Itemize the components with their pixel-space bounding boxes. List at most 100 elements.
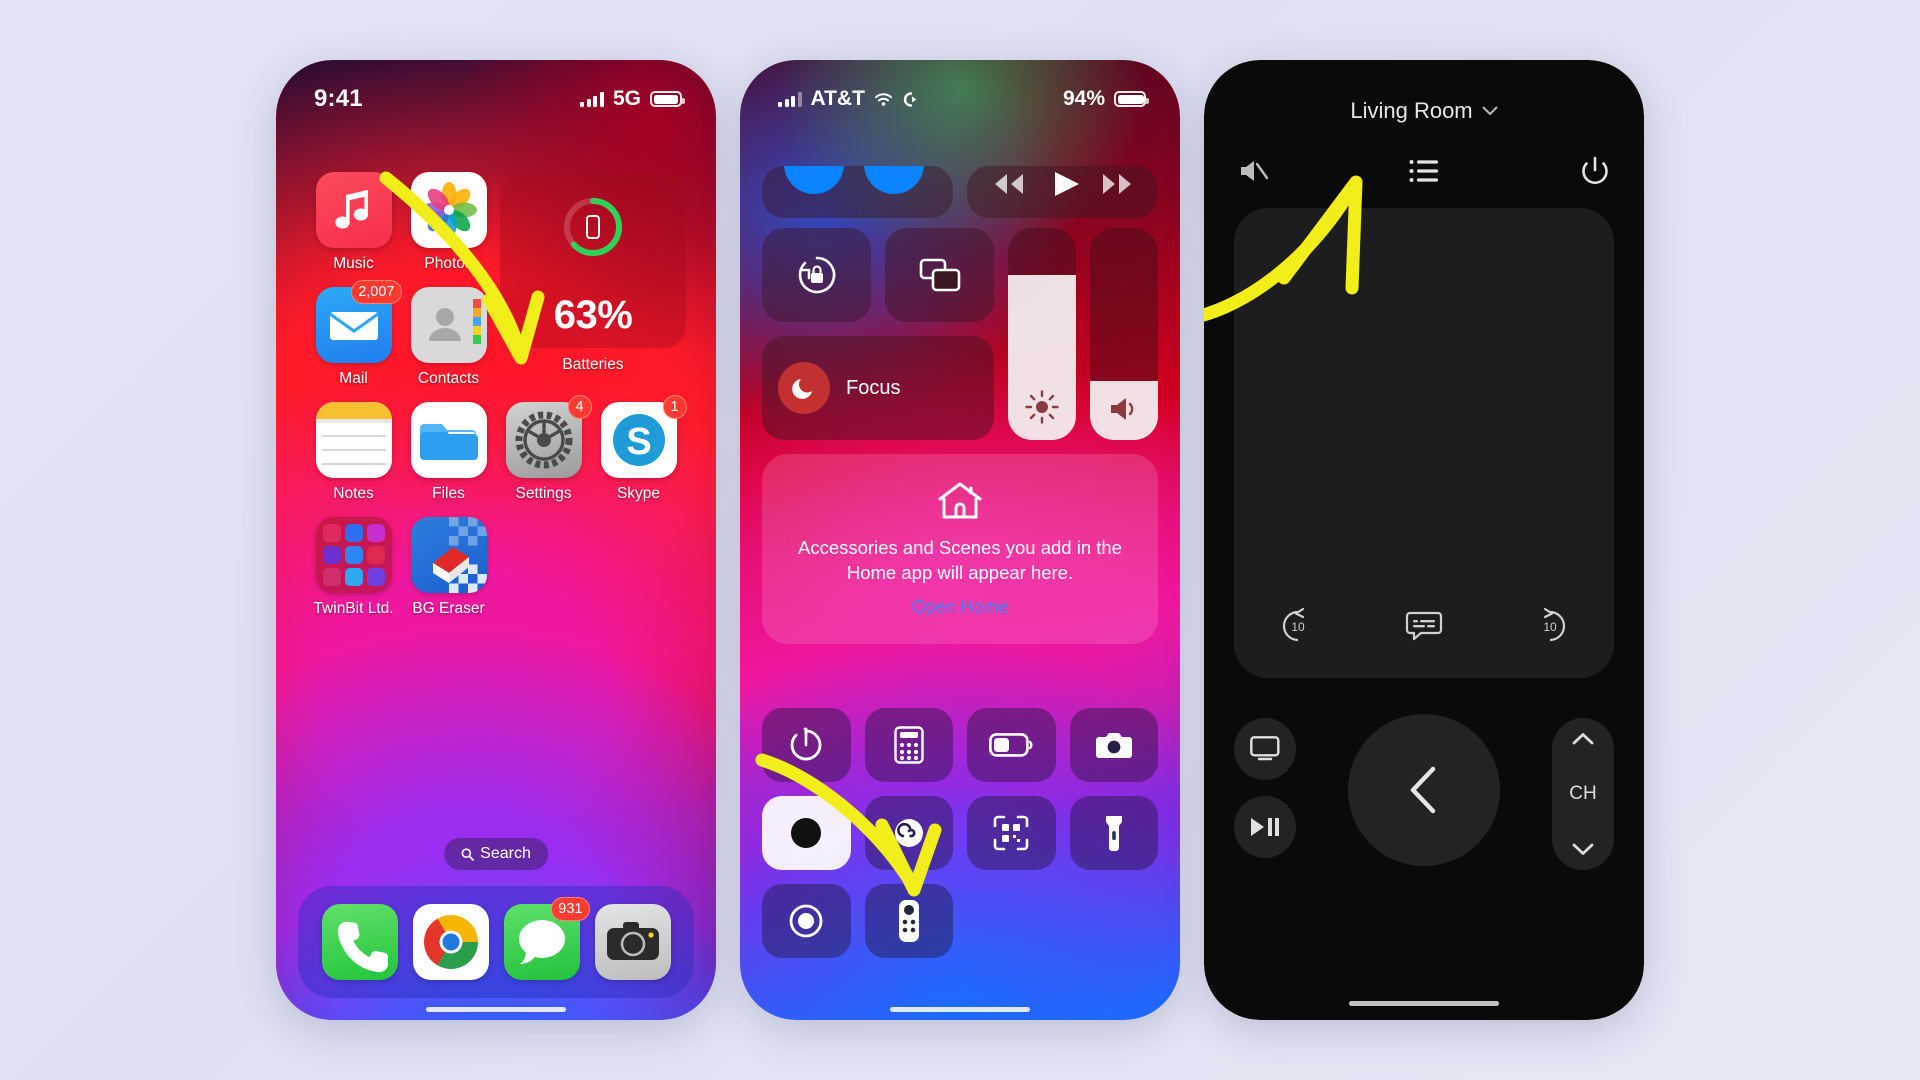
rotation-lock-toggle[interactable]	[762, 228, 871, 322]
tv-app-button[interactable]	[1234, 718, 1296, 780]
play-pause-button[interactable]	[1234, 796, 1296, 858]
mute-speaker-icon[interactable]	[1238, 158, 1269, 184]
focus-label: Focus	[846, 376, 901, 399]
now-playing-tile[interactable]	[967, 166, 1158, 218]
app-folder-twinbit[interactable]: TwinBit Ltd.	[306, 517, 401, 618]
home-indicator[interactable]	[426, 1007, 566, 1012]
chrome-icon	[412, 904, 489, 980]
app-icon-settings[interactable]: 4 Settings	[496, 395, 592, 503]
dock: 931	[298, 886, 694, 998]
connectivity-tile[interactable]	[762, 166, 953, 218]
widget-label: Batteries	[562, 356, 624, 373]
low-power-mode-button[interactable]	[967, 708, 1056, 782]
apple-tv-remote-button[interactable]	[864, 884, 953, 958]
status-carrier: AT&T	[810, 87, 865, 110]
remote-device-selector[interactable]: Living Room	[1204, 98, 1644, 124]
moon-icon	[778, 362, 830, 414]
home-house-icon	[936, 480, 984, 522]
status-time: 9:41	[314, 85, 363, 112]
calculator-icon	[894, 726, 924, 764]
battery-full-icon	[650, 91, 685, 107]
phone-apple-tv-remote: Living Room 10 10 CH	[1204, 60, 1644, 1020]
home-indicator[interactable]	[1349, 1001, 1499, 1006]
bg-eraser-icon	[410, 517, 487, 593]
focus-toggle[interactable]: Focus	[762, 336, 994, 440]
status-bar-phone1: 9:41 5G	[276, 60, 716, 122]
phone-home-screen: 9:41 5G Music Photos 63% Batteries 2,007…	[276, 60, 716, 1020]
app-icon-bg-eraser[interactable]: BG Eraser	[401, 517, 496, 618]
screen-record-button[interactable]	[762, 884, 851, 958]
app-badge: 4	[567, 395, 592, 419]
app-icon-contacts[interactable]: Contacts	[401, 287, 496, 388]
app-label: Contacts	[417, 370, 480, 387]
dock-item-chrome[interactable]	[412, 904, 489, 980]
flashlight-button[interactable]	[1069, 796, 1158, 870]
touchpad[interactable]: 10 10	[1234, 208, 1614, 678]
cc-row-clipped	[762, 166, 1158, 218]
status-bar-phone2: AT&T 94%	[740, 60, 1180, 122]
tv-remote-icon	[898, 899, 920, 943]
app-icon-mail[interactable]: 2,007 Mail	[306, 280, 402, 388]
battery-percent: 63%	[553, 293, 633, 337]
hearing-button[interactable]	[864, 796, 953, 870]
search-pill[interactable]: Search	[444, 838, 548, 870]
low-power-battery-icon	[989, 733, 1033, 757]
app-grid: Music Photos 63% Batteries 2,007 Mail Co…	[306, 172, 687, 618]
cellular-bars-icon	[778, 91, 802, 107]
batteries-widget[interactable]: 63% Batteries	[500, 172, 686, 373]
app-label: Files	[432, 485, 465, 502]
dock-item-messages[interactable]: 931	[503, 897, 590, 980]
app-icon-music[interactable]: Music	[306, 172, 401, 273]
camera-icon	[594, 904, 671, 980]
app-icon-notes[interactable]: Notes	[306, 402, 401, 503]
dark-mode-button[interactable]	[762, 796, 851, 870]
files-folder-icon	[410, 402, 487, 478]
app-icon-skype[interactable]: S 1 Skype	[591, 395, 687, 503]
camera-icon	[1095, 730, 1133, 760]
camera-button[interactable]	[1069, 708, 1158, 782]
volume-slider[interactable]	[1090, 228, 1158, 440]
tv-screen-icon	[1250, 736, 1280, 762]
photos-flower-icon	[410, 172, 487, 248]
cc-row-main: Focus	[762, 228, 1158, 440]
svg-text:S: S	[626, 421, 651, 463]
search-icon	[461, 847, 474, 861]
phone-handset-icon	[321, 904, 398, 980]
back-button[interactable]	[1348, 714, 1500, 866]
screen-mirroring-toggle[interactable]	[885, 228, 994, 322]
contacts-person-icon	[410, 287, 487, 363]
dock-item-phone[interactable]	[321, 904, 398, 980]
media-controls: 10 10	[1234, 588, 1614, 664]
chevron-down-icon[interactable]	[1572, 843, 1594, 856]
calculator-button[interactable]	[864, 708, 953, 782]
timer-icon	[788, 727, 824, 763]
remote-lower-controls: CH	[1234, 708, 1614, 928]
battery-icon	[1114, 91, 1149, 107]
app-badge: 2,007	[351, 280, 402, 304]
channel-control[interactable]: CH	[1552, 718, 1614, 870]
home-indicator[interactable]	[890, 1007, 1030, 1012]
subtitles-icon[interactable]	[1405, 610, 1443, 642]
rewind-10-icon[interactable]: 10	[1278, 606, 1318, 646]
app-folder-icon	[315, 517, 392, 593]
dock-item-camera[interactable]	[594, 904, 671, 980]
chevron-up-icon[interactable]	[1572, 732, 1594, 745]
phone-control-center: AT&T 94% Focus Accessories and Scenes yo…	[740, 60, 1180, 1020]
wifi-icon	[874, 92, 893, 106]
open-home-link[interactable]: Open Home	[911, 597, 1008, 618]
power-icon[interactable]	[1580, 156, 1610, 186]
app-label: Photos	[424, 255, 473, 272]
code-scanner-button[interactable]	[967, 796, 1056, 870]
forward-10-icon[interactable]: 10	[1530, 606, 1570, 646]
volume-speaker-icon	[1090, 394, 1158, 424]
timer-button[interactable]	[762, 708, 851, 782]
battery-ring-icon	[560, 194, 626, 260]
app-icon-photos[interactable]: Photos	[401, 172, 496, 273]
cellular-bars-icon	[580, 91, 604, 107]
home-accessories-card[interactable]: Accessories and Scenes you add in the Ho…	[762, 454, 1158, 644]
list-menu-icon[interactable]	[1409, 159, 1439, 183]
brightness-slider[interactable]	[1008, 228, 1076, 440]
back-chevron-icon	[1407, 765, 1441, 815]
app-icon-files[interactable]: Files	[401, 402, 496, 503]
screen-record-icon	[787, 902, 825, 940]
